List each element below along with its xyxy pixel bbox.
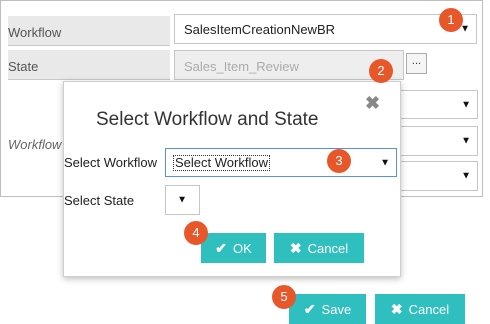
close-icon[interactable]: ✖	[365, 93, 380, 114]
chevron-down-icon: ▼	[177, 194, 187, 206]
chevron-down-icon: ▼	[461, 170, 471, 182]
check-icon: ✔	[215, 239, 227, 256]
state-label: State	[8, 50, 170, 80]
ok-button[interactable]: ✔ OK	[201, 233, 266, 263]
dialog-title: Select Workflow and State	[96, 109, 319, 130]
chevron-down-icon: ▼	[380, 157, 390, 168]
select-workflow-dialog: Select Workflow and State ✖ Select Workf…	[63, 81, 401, 277]
bg-select-3[interactable]: ▼	[396, 161, 478, 191]
state-field-value: Sales_Item_Review	[184, 59, 299, 74]
workflow-select-value: SalesItemCreationNewBR	[184, 22, 336, 37]
chevron-down-icon: ▼	[461, 135, 471, 147]
step-badge-5: 5	[272, 285, 296, 309]
step-badge-4: 4	[184, 221, 208, 245]
select-state-label: Select State	[64, 193, 135, 208]
ok-button-label: OK	[232, 240, 252, 256]
workflow-side-label: Workflow	[8, 137, 62, 152]
step-badge-2: 2	[369, 59, 393, 83]
browse-state-button[interactable]: ...	[406, 53, 427, 74]
workflow-label: Workflow	[8, 16, 170, 46]
bg-select-2[interactable]: ▼	[396, 126, 478, 156]
save-button-label: Save	[321, 301, 352, 317]
x-icon: ✖	[289, 239, 302, 256]
save-button[interactable]: ✔ Save	[289, 294, 366, 324]
check-icon: ✔	[303, 300, 316, 317]
x-icon: ✖	[390, 300, 403, 317]
select-workflow-value: Select Workflow	[173, 155, 270, 171]
step-badge-3: 3	[327, 149, 351, 173]
chevron-down-icon: ▼	[461, 99, 471, 110]
select-workflow-dropdown[interactable]: Select Workflow ▼	[165, 148, 397, 177]
dialog-cancel-label: Cancel	[307, 240, 349, 256]
cancel-button-label: Cancel	[408, 301, 450, 317]
select-state-dropdown[interactable]: ▼	[165, 185, 200, 215]
select-workflow-label: Select Workflow	[64, 155, 157, 170]
bg-select-1[interactable]: ▼	[396, 90, 478, 119]
workflow-select[interactable]: SalesItemCreationNewBR ▼	[174, 14, 477, 44]
cancel-button[interactable]: ✖ Cancel	[375, 294, 465, 324]
step-badge-1: 1	[439, 8, 463, 32]
dialog-cancel-button[interactable]: ✖ Cancel	[274, 233, 364, 263]
